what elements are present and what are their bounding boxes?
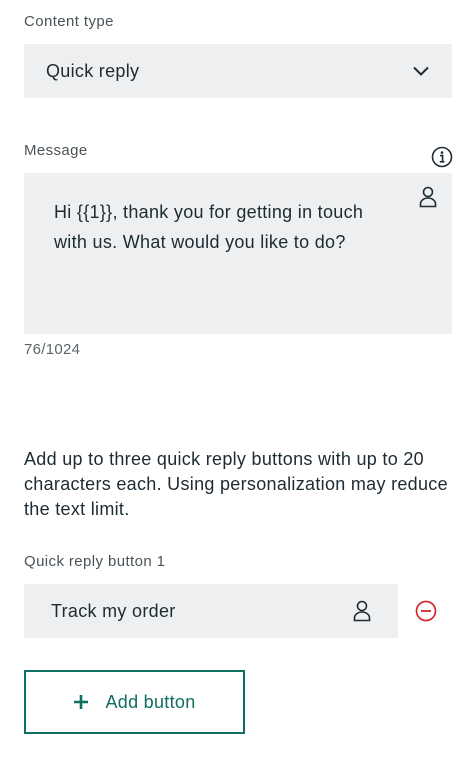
quick-reply-button-1-label: Quick reply button 1: [24, 553, 166, 570]
message-label: Message: [24, 142, 88, 159]
remove-circle-icon[interactable]: [415, 600, 437, 622]
message-text: Hi {{1}}, thank you for getting in touch…: [54, 202, 364, 252]
person-icon[interactable]: [352, 599, 372, 623]
quick-reply-button-1-input[interactable]: Track my order: [24, 584, 398, 638]
plus-icon: [73, 694, 89, 710]
content-type-select[interactable]: Quick reply: [24, 44, 452, 98]
chevron-down-icon: [412, 62, 430, 80]
add-button[interactable]: Add button: [24, 670, 245, 734]
content-type-label: Content type: [24, 13, 114, 30]
info-icon[interactable]: [431, 146, 453, 168]
content-type-value: Quick reply: [46, 60, 140, 81]
person-icon[interactable]: [418, 185, 438, 209]
quick-reply-hint: Add up to three quick reply buttons with…: [24, 449, 448, 519]
add-button-label: Add button: [105, 691, 196, 712]
message-textarea[interactable]: Hi {{1}}, thank you for getting in touch…: [24, 173, 452, 334]
character-counter: 76/1024: [24, 341, 81, 358]
quick-reply-button-1-value: Track my order: [51, 600, 176, 621]
